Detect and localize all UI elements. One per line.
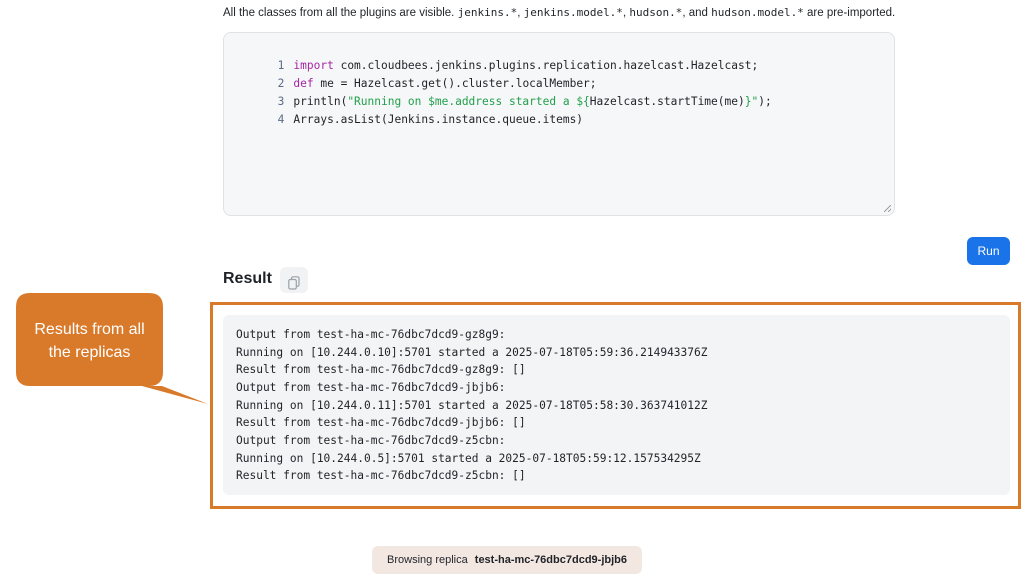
import-hudson-model: hudson.model.*: [711, 6, 804, 19]
code-line[interactable]: 1 import com.cloudbees.jenkins.plugins.re…: [224, 39, 759, 72]
import-hudson: hudson.*: [629, 6, 683, 19]
line-number: 4: [277, 113, 285, 126]
code-text: Arrays.asList(Jenkins.instance.queue.ite…: [293, 113, 584, 126]
annotation-highlight-box: [210, 302, 1021, 509]
status-label: Browsing replica: [387, 554, 468, 566]
import-jenkins-model: jenkins.model.*: [523, 6, 623, 19]
replica-status-badge: Browsing replica test-ha-mc-76dbc7dcd9-j…: [372, 546, 642, 574]
code-line[interactable]: 3 println("Running on $me.address started…: [224, 75, 772, 108]
info-sep: , and: [682, 7, 712, 19]
script-console-page: All the classes from all the plugins are…: [0, 0, 1024, 578]
code-line[interactable]: 2 def me = Hazelcast.get().cluster.localM…: [224, 57, 597, 90]
resize-handle-icon[interactable]: [884, 205, 891, 212]
preimport-info: All the classes from all the plugins are…: [223, 6, 895, 19]
code-text: );: [758, 95, 772, 108]
copy-result-button[interactable]: [280, 267, 308, 293]
code-line[interactable]: 4 Arrays.asList(Jenkins.instance.queue.it…: [224, 93, 583, 126]
info-suffix: are pre-imported.: [803, 7, 896, 19]
import-jenkins: jenkins.*: [457, 6, 518, 19]
callout-line: the replicas: [48, 344, 131, 361]
replica-name: test-ha-mc-76dbc7dcd9-jbjb6: [474, 554, 627, 566]
callout-line: Results from all: [34, 321, 145, 338]
code-string: }": [744, 95, 759, 108]
callout-text: Results from all the replicas: [16, 318, 163, 364]
copy-icon: [288, 276, 300, 290]
result-heading: Result: [223, 270, 272, 287]
info-prefix: All the classes from all the plugins are…: [223, 7, 455, 19]
run-button[interactable]: Run: [967, 237, 1010, 265]
script-editor[interactable]: 1 import com.cloudbees.jenkins.plugins.re…: [223, 32, 895, 216]
code-text: Hazelcast.startTime(me): [589, 95, 745, 108]
